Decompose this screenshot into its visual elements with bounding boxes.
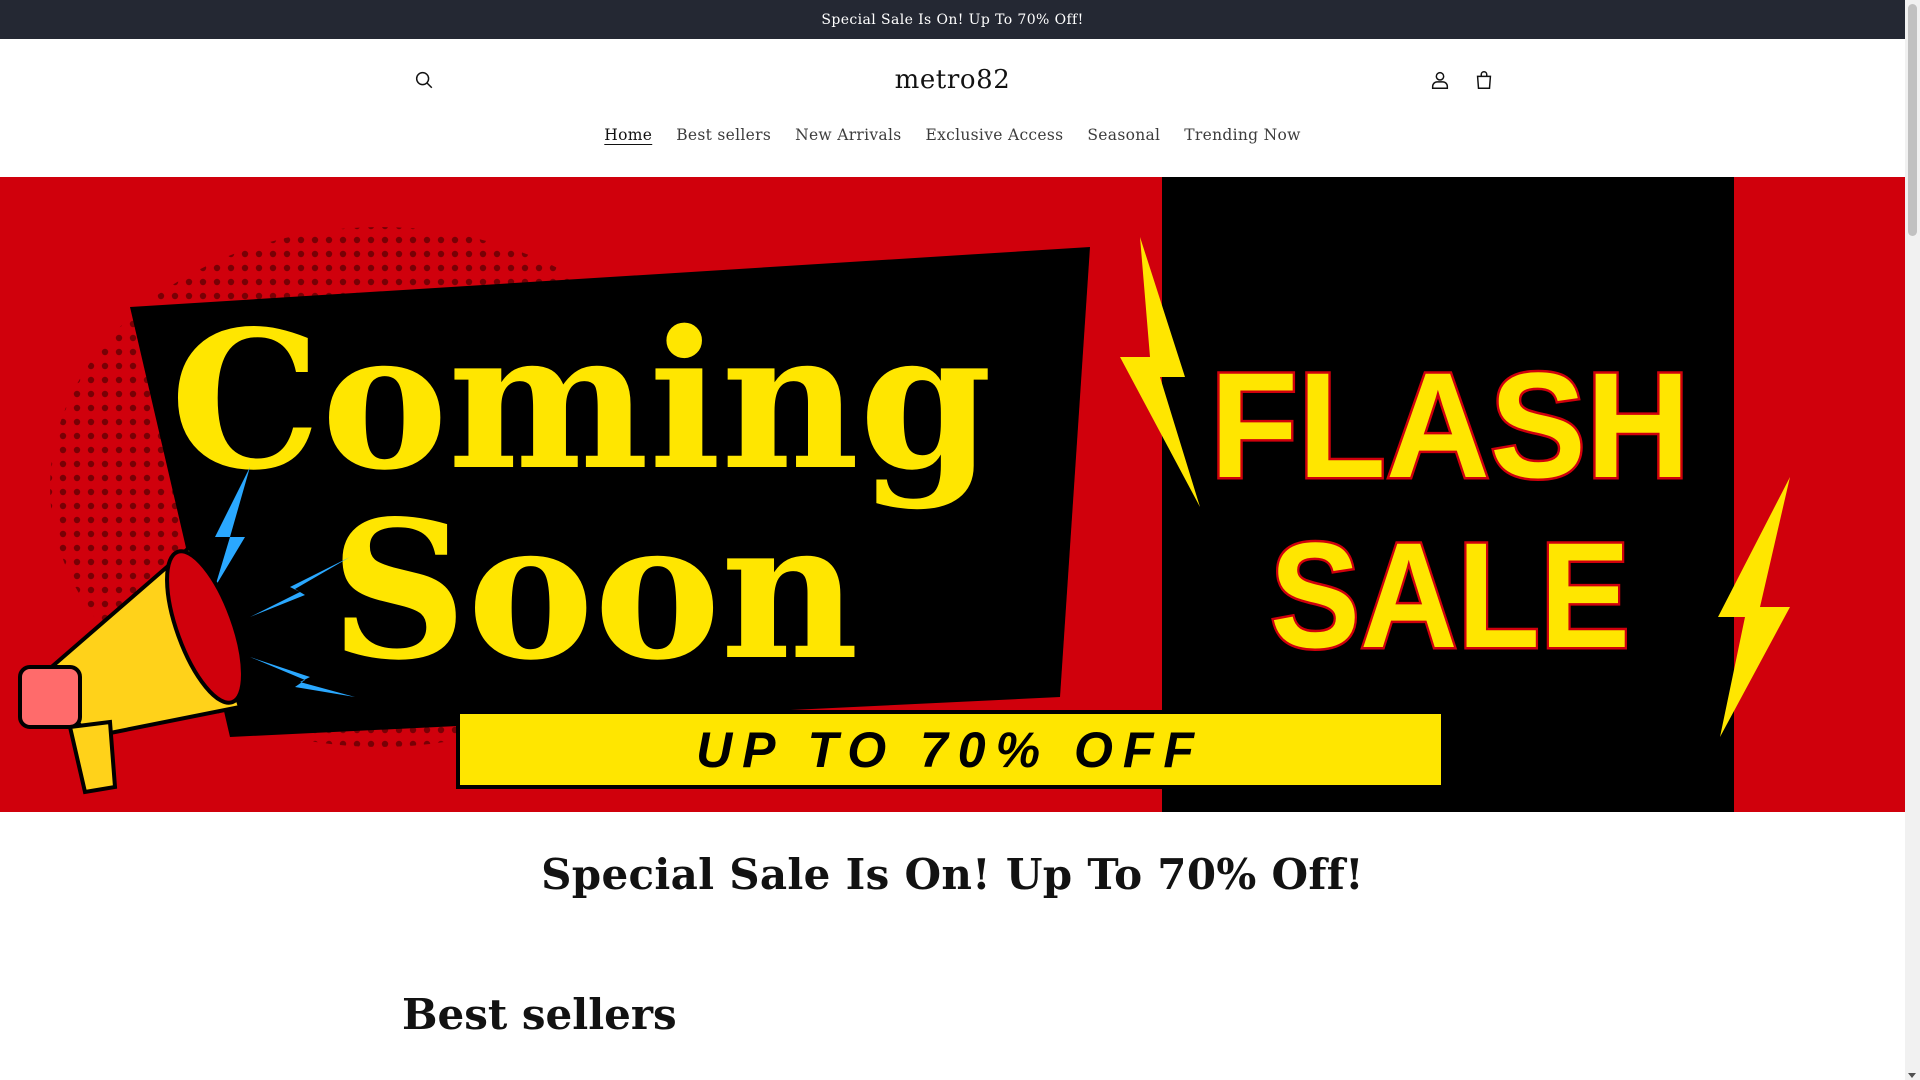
nav-home[interactable]: Home <box>592 121 664 149</box>
hero-offer: UP TO 70% OFF <box>696 722 1204 778</box>
nav-best-sellers[interactable]: Best sellers <box>664 121 783 149</box>
nav-exclusive-access[interactable]: Exclusive Access <box>914 121 1076 149</box>
hero-flash: FLASH <box>1210 341 1690 509</box>
page-headline: Special Sale Is On! Up To 70% Off! <box>541 850 1364 899</box>
nav-new-arrivals[interactable]: New Arrivals <box>783 121 913 149</box>
account-button[interactable] <box>1418 58 1462 102</box>
scrollbar-thumb[interactable] <box>1908 4 1917 236</box>
scroll-down-arrow-icon[interactable] <box>1908 1073 1916 1078</box>
cart-icon <box>1476 71 1492 89</box>
site-header: metro82 Home Best sellers New Arrivals E… <box>0 39 1905 178</box>
announcement-text: Special Sale Is On! Up To 70% Off! <box>821 11 1084 28</box>
hero-line2: Soon <box>330 479 859 702</box>
page: Special Sale Is On! Up To 70% Off! metro… <box>0 0 1905 1080</box>
hero-image: Coming Soon FLASH SALE UP TO 70% OFF <box>0 177 1905 812</box>
logo: metro82 <box>0 61 1905 99</box>
account-icon <box>1431 71 1449 89</box>
cart-button[interactable] <box>1462 58 1506 102</box>
scrollbar[interactable] <box>1905 0 1920 1080</box>
hero-banner[interactable]: Coming Soon FLASH SALE UP TO 70% OFF <box>0 177 1905 812</box>
main-nav: Home Best sellers New Arrivals Exclusive… <box>0 121 1905 149</box>
best-sellers-title: Best sellers <box>402 990 677 1039</box>
nav-seasonal[interactable]: Seasonal <box>1075 121 1172 149</box>
announcement-bar: Special Sale Is On! Up To 70% Off! <box>0 0 1905 39</box>
nav-trending-now[interactable]: Trending Now <box>1172 121 1312 149</box>
logo-link[interactable]: metro82 <box>895 65 1011 95</box>
hero-sale: SALE <box>1270 511 1630 679</box>
